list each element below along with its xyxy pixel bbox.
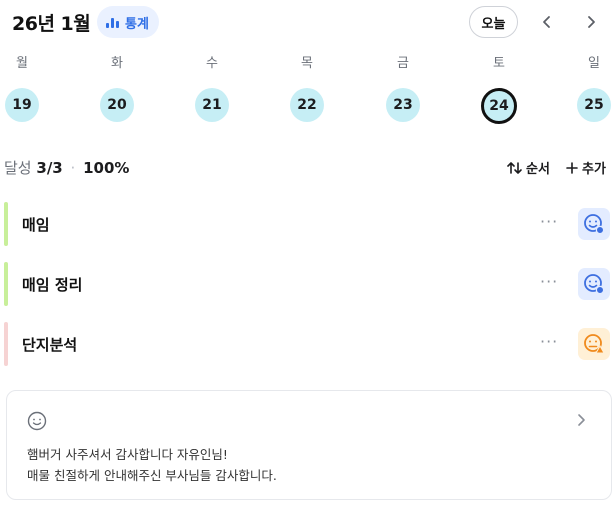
achievement-count: 3/3	[36, 159, 63, 177]
day-of-week: 월	[16, 56, 28, 71]
achievement-summary: 달성 3/3 · 100%	[4, 157, 129, 178]
week-strip: 월 19 화 20 수 21 목 22 금 23 토 24 일 25	[0, 54, 616, 124]
add-label: 추가	[582, 162, 606, 177]
day-date[interactable]: 19	[5, 88, 39, 122]
day-date[interactable]: 21	[195, 88, 229, 122]
day-of-week: 화	[111, 56, 123, 71]
task-row[interactable]: 단지분석 ···	[4, 322, 616, 366]
task-color-bar	[4, 262, 8, 306]
memo-line-1: 햄버거 사주셔서 감사합니다 자유인님!	[27, 447, 228, 462]
day-of-week: 토	[493, 56, 505, 71]
sort-label: 순서	[526, 162, 550, 177]
sort-arrows-icon	[507, 161, 522, 174]
bar-chart-icon	[106, 18, 119, 28]
task-row[interactable]: 매임 ···	[4, 202, 616, 246]
add-button[interactable]: 추가	[566, 158, 606, 177]
day-sun[interactable]: 일 25	[574, 54, 614, 122]
chevron-left-icon	[543, 16, 550, 28]
plus-icon	[566, 161, 578, 174]
chevron-right-icon[interactable]	[575, 411, 587, 432]
achievement-percent: 100%	[83, 159, 130, 177]
memo-card[interactable]: 햄버거 사주셔서 감사합니다 자유인님! 매물 친절하게 안내해주신 부사님들 …	[6, 390, 612, 500]
memo-line-2: 매물 친절하게 안내해주신 부사님들 감사합니다.	[27, 468, 277, 483]
day-date[interactable]: 23	[386, 88, 420, 122]
sort-button[interactable]: 순서	[507, 158, 550, 177]
task-name: 매임	[22, 216, 50, 234]
stats-label: 통계	[125, 16, 149, 32]
chevron-right-icon	[588, 16, 595, 28]
more-options-icon[interactable]: ···	[540, 332, 558, 351]
next-week-button[interactable]	[579, 10, 603, 34]
stats-button[interactable]: 통계	[97, 6, 159, 38]
prev-week-button[interactable]	[535, 10, 559, 34]
day-tue[interactable]: 화 20	[97, 54, 137, 122]
month-title: 26년 1월	[12, 13, 91, 35]
more-options-icon[interactable]: ···	[540, 272, 558, 291]
more-options-icon[interactable]: ···	[540, 212, 558, 231]
smile-outline-icon	[27, 411, 47, 431]
task-name: 단지분석	[22, 336, 78, 354]
day-date[interactable]: 20	[100, 88, 134, 122]
day-of-week: 목	[301, 56, 313, 71]
day-mon[interactable]: 월 19	[2, 54, 42, 122]
separator-dot: ·	[70, 159, 76, 177]
day-fri[interactable]: 금 23	[383, 54, 423, 122]
smile-face-icon[interactable]	[578, 208, 610, 240]
task-row[interactable]: 매임 정리 ···	[4, 262, 616, 306]
day-of-week: 일	[588, 56, 600, 71]
day-date-selected[interactable]: 24	[481, 88, 517, 124]
achievement-label: 달성	[4, 159, 32, 177]
header: 26년 1월 통계 오늘	[0, 0, 616, 44]
day-wed[interactable]: 수 21	[192, 54, 232, 122]
task-name: 매임 정리	[22, 276, 83, 294]
day-sat[interactable]: 토 24	[479, 54, 519, 124]
day-thu[interactable]: 목 22	[287, 54, 327, 122]
task-color-bar	[4, 322, 8, 366]
day-date[interactable]: 22	[290, 88, 324, 122]
day-of-week: 수	[206, 56, 218, 71]
smile-face-icon[interactable]	[578, 268, 610, 300]
task-color-bar	[4, 202, 8, 246]
day-date[interactable]: 25	[577, 88, 611, 122]
worried-face-icon[interactable]	[578, 328, 610, 360]
today-button[interactable]: 오늘	[469, 6, 518, 38]
day-of-week: 금	[397, 56, 409, 71]
